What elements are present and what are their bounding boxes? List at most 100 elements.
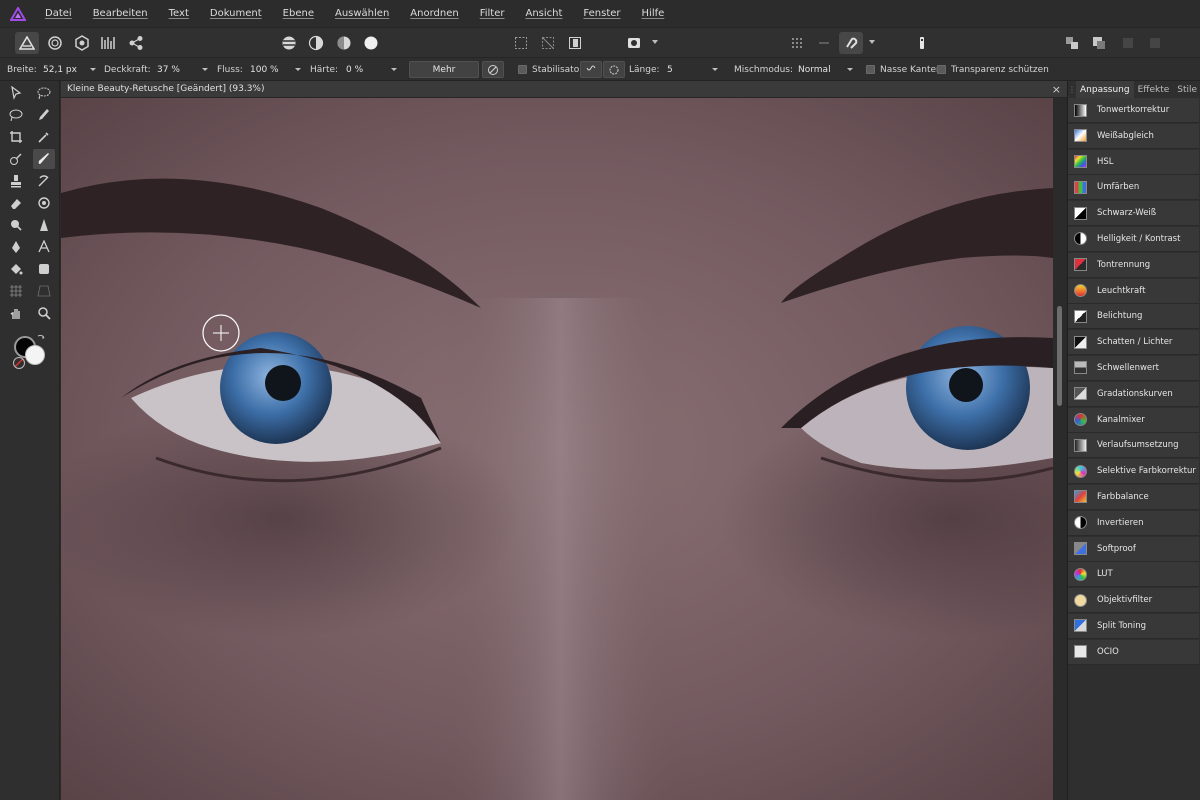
adjustment-schwellenwert[interactable]: Schwellenwert [1068, 355, 1199, 381]
adjustment-tonwertkorrektur[interactable]: Tonwertkorrektur [1068, 98, 1199, 123]
adjustment-farbbalance[interactable]: Farbbalance [1068, 484, 1199, 510]
develop-persona-icon[interactable] [70, 32, 94, 54]
laenge-dropdown-icon[interactable] [712, 68, 718, 71]
menu-anordnen[interactable]: Anordnen [410, 8, 458, 19]
fluss-dropdown-icon[interactable] [295, 68, 301, 71]
perspective-tool-icon[interactable] [33, 281, 55, 301]
export-persona-icon[interactable] [124, 32, 148, 54]
tone-mapping-persona-icon[interactable] [97, 32, 121, 54]
lasso-tool-icon[interactable] [5, 105, 27, 125]
mischmodus-dropdown-icon[interactable] [847, 68, 853, 71]
rectangle-tool-icon[interactable] [33, 259, 55, 279]
quick-mask-icon[interactable] [622, 32, 646, 54]
haerte-dropdown-icon[interactable] [391, 68, 397, 71]
adjustment-gradationskurven[interactable]: Gradationskurven [1068, 381, 1199, 407]
adjustment-split-toning[interactable]: Split Toning [1068, 613, 1199, 639]
mischmodus-select[interactable]: Normal [795, 62, 857, 77]
adjustment-verlaufsumsetzung[interactable]: Verlaufsumsetzung [1068, 433, 1199, 459]
arrange-top-icon[interactable] [1143, 32, 1167, 54]
adjustment-hsl[interactable]: HSL [1068, 149, 1199, 175]
adjustment-schwarz-weiss[interactable]: Schwarz-Weiß [1068, 201, 1199, 227]
photo-canvas[interactable] [61, 98, 1053, 800]
stabilisator-toggle[interactable]: Stabilisator [518, 58, 583, 81]
flood-fill-icon[interactable] [5, 259, 27, 279]
menu-ebene[interactable]: Ebene [283, 8, 314, 19]
menu-fenster[interactable]: Fenster [583, 8, 620, 19]
assistant-icon[interactable] [910, 32, 934, 54]
fluss-field[interactable]: 100 % [247, 62, 305, 77]
menu-auswaehlen[interactable]: Auswählen [335, 8, 389, 19]
adjustment-weissabgleich[interactable]: Weißabgleich [1068, 123, 1199, 149]
adjustment-objektivfilter[interactable]: Objektivfilter [1068, 588, 1199, 614]
pen-tool-icon[interactable] [5, 237, 27, 257]
document-tab[interactable]: Kleine Beauty-Retusche [Geändert] (93.3%… [61, 81, 1067, 98]
snapping-grid-icon[interactable] [785, 32, 809, 54]
deselect-icon[interactable] [536, 32, 560, 54]
move-tool-icon[interactable] [5, 83, 27, 103]
selection-brush-icon[interactable] [33, 105, 55, 125]
sharpen-tool-icon[interactable] [33, 215, 55, 235]
erase-brush-icon[interactable] [5, 193, 27, 213]
adjustment-leuchtkraft[interactable]: Leuchtkraft [1068, 278, 1199, 304]
window-mode-icon[interactable] [603, 61, 625, 78]
text-tool-icon[interactable] [33, 237, 55, 257]
snapping-dropdown-icon[interactable] [869, 40, 875, 44]
adjustment-invertieren[interactable]: Invertieren [1068, 510, 1199, 536]
menu-dokument[interactable]: Dokument [210, 8, 262, 19]
paint-mixer-brush-icon[interactable] [5, 149, 27, 169]
menu-filter[interactable]: Filter [480, 8, 505, 19]
panel-grip-icon[interactable]: ⋮ [1068, 81, 1076, 98]
menu-hilfe[interactable]: Hilfe [642, 8, 665, 19]
menu-bearbeiten[interactable]: Bearbeiten [93, 8, 148, 19]
clone-stamp-icon[interactable] [5, 171, 27, 191]
adjustment-helligkeit-kontrast[interactable]: Helligkeit / Kontrast [1068, 226, 1199, 252]
tab-anpassung[interactable]: Anpassung [1076, 81, 1134, 98]
arrange-back-icon[interactable] [1060, 32, 1084, 54]
no-color-icon[interactable] [13, 357, 25, 369]
adjustment-softproof[interactable]: Softproof [1068, 536, 1199, 562]
scrollbar-thumb[interactable] [1057, 306, 1062, 406]
auto-white-balance-icon[interactable] [359, 32, 383, 54]
adjustment-ocio[interactable]: OCIO [1068, 639, 1199, 665]
deckkraft-dropdown-icon[interactable] [202, 68, 208, 71]
laenge-field[interactable]: 5 [664, 62, 722, 77]
transparenz-toggle[interactable]: Transparenz schützen [937, 58, 1049, 81]
freehand-selection-icon[interactable] [33, 83, 55, 103]
mesh-warp-icon[interactable] [5, 281, 27, 301]
paint-brush-tool-icon[interactable] [33, 149, 55, 169]
view-hand-icon[interactable] [5, 303, 27, 323]
arrange-front-icon[interactable] [1116, 32, 1140, 54]
canvas-vertical-scrollbar[interactable] [1053, 98, 1067, 800]
app-logo-icon[interactable] [0, 0, 36, 27]
adjustment-kanalmixer[interactable]: Kanalmixer [1068, 407, 1199, 433]
dodge-tool-icon[interactable] [5, 215, 27, 235]
align-icon[interactable] [812, 32, 836, 54]
stabilisator-checkbox[interactable] [518, 65, 527, 74]
pressure-icon[interactable] [482, 61, 504, 78]
deckkraft-field[interactable]: 37 % [154, 62, 212, 77]
zoom-tool-icon[interactable] [33, 303, 55, 323]
menu-text[interactable]: Text [169, 8, 189, 19]
tab-stile[interactable]: Stile [1173, 81, 1200, 98]
healing-brush-icon[interactable] [33, 193, 55, 213]
menu-ansicht[interactable]: Ansicht [525, 8, 562, 19]
adjustment-tontrennung[interactable]: Tontrennung [1068, 252, 1199, 278]
quick-mask-dropdown-icon[interactable] [652, 40, 658, 44]
tab-effekte[interactable]: Effekte [1134, 81, 1174, 98]
auto-colors-icon[interactable] [332, 32, 356, 54]
nasse-kanten-toggle[interactable]: Nasse Kanten [866, 58, 942, 81]
snapping-magnet-icon[interactable] [839, 32, 863, 54]
menu-datei[interactable]: Datei [45, 8, 72, 19]
background-color-swatch[interactable] [25, 345, 45, 365]
rope-mode-icon[interactable] [580, 61, 602, 78]
crop-tool-icon[interactable] [5, 127, 27, 147]
transparenz-checkbox[interactable] [937, 65, 946, 74]
liquify-persona-icon[interactable] [43, 32, 67, 54]
breite-field[interactable]: 52,1 px [40, 62, 100, 77]
mehr-button[interactable]: Mehr [409, 61, 479, 78]
haerte-field[interactable]: 0 % [343, 62, 401, 77]
arrange-forward-icon[interactable] [1087, 32, 1111, 54]
adjustment-schatten-lichter[interactable]: Schatten / Lichter [1068, 330, 1199, 356]
adjustment-selektive-farbkorrektur[interactable]: Selektive Farbkorrektur [1068, 459, 1199, 485]
nasse-kanten-checkbox[interactable] [866, 65, 875, 74]
